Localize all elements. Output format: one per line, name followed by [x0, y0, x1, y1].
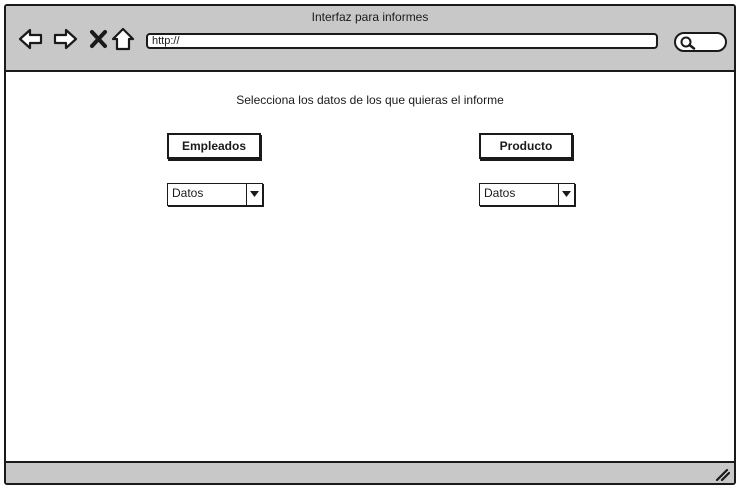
back-arrow-icon[interactable]	[18, 26, 44, 52]
producto-data-select[interactable]: Datos	[479, 183, 575, 206]
producto-button[interactable]: Producto	[479, 133, 573, 159]
search-icon	[680, 36, 696, 50]
close-icon[interactable]	[86, 26, 112, 52]
status-bar	[6, 461, 734, 483]
instruction-text: Selecciona los datos de los que quieras …	[236, 93, 504, 107]
select-dropdown-button[interactable]	[246, 184, 262, 205]
window-title: Interfaz para informes	[311, 10, 429, 24]
search-field[interactable]	[674, 32, 727, 52]
select-value: Datos	[484, 186, 516, 200]
empleados-data-select[interactable]: Datos	[167, 183, 263, 206]
browser-window: Interfaz para informes http:// Seleccion…	[4, 4, 736, 485]
select-dropdown-button[interactable]	[558, 184, 574, 205]
resize-handle-icon[interactable]	[714, 467, 730, 481]
page-content: Selecciona los datos de los que quieras …	[6, 72, 734, 461]
title-bar: Interfaz para informes http://	[6, 6, 734, 72]
url-input[interactable]: http://	[146, 33, 658, 49]
select-value: Datos	[172, 186, 204, 200]
chevron-down-icon	[250, 191, 259, 197]
home-icon[interactable]	[110, 26, 136, 52]
chevron-down-icon	[562, 191, 571, 197]
empleados-button[interactable]: Empleados	[167, 133, 261, 159]
forward-arrow-icon[interactable]	[52, 26, 78, 52]
